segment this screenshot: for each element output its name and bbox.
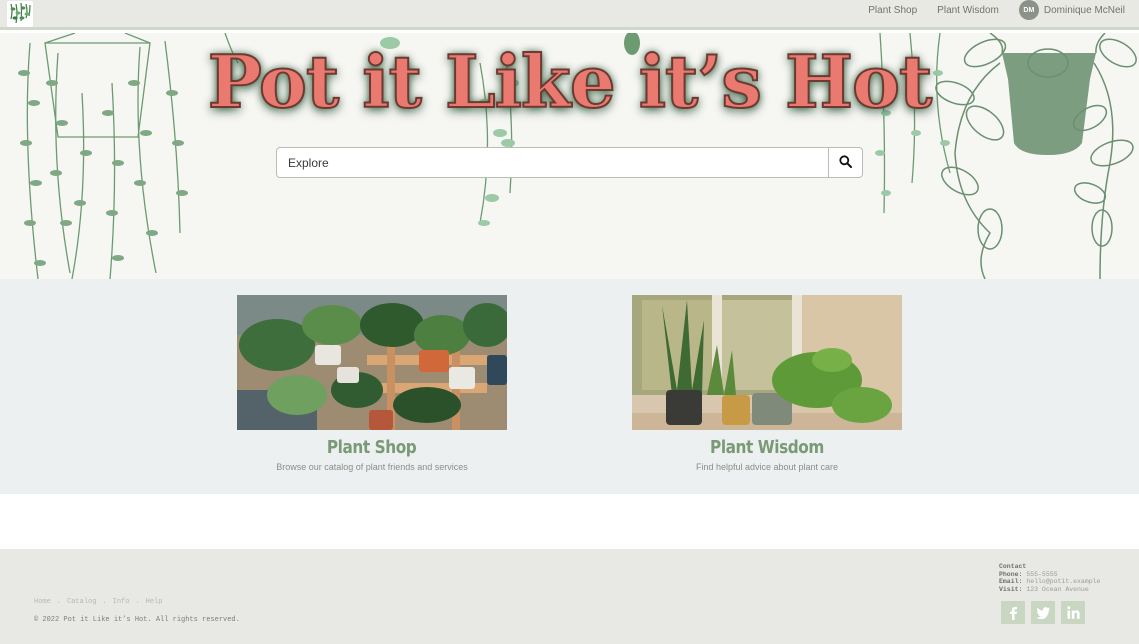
plant-wisdom-title[interactable]: Plant Wisdom (710, 437, 824, 458)
footer: Home . Catalog . Info . Help © 2022 Pot … (0, 549, 1139, 644)
page-title: Pot it Like it’s Hot (207, 38, 934, 125)
footer-link-info[interactable]: Info (113, 598, 130, 606)
visit-label: Visit: (999, 585, 1023, 593)
plant-wisdom-description: Find helpful advice about plant care (695, 462, 839, 472)
linkedin-icon[interactable] (1061, 601, 1085, 624)
window-plants-photo[interactable] (632, 295, 902, 430)
avatar: DM (1018, 0, 1039, 20)
search-bar (276, 147, 863, 178)
plant-shop-card[interactable]: Plant Shop Browse our catalog of plant f… (237, 295, 507, 472)
email-value[interactable]: hello@potit.example (1026, 578, 1100, 585)
footer-separator: . (102, 598, 107, 606)
plant-logo-icon[interactable] (7, 1, 33, 27)
plant-shop-description: Browse our catalog of plant friends and … (276, 462, 468, 472)
footer-link-catalog[interactable]: Catalog (67, 598, 96, 606)
search-input[interactable] (277, 148, 828, 177)
email-label: Email: (999, 578, 1023, 585)
copyright: © 2022 Pot it Like it’s Hot. All rights … (34, 616, 240, 624)
user-name: Dominique McNeil (1043, 4, 1125, 16)
footer-link-home[interactable]: Home (34, 598, 51, 606)
potted-plants-photo[interactable] (237, 295, 507, 430)
social-links (1001, 601, 1091, 624)
nav-link-plant-shop[interactable]: Plant Shop (868, 5, 917, 16)
footer-separator: . (56, 598, 62, 606)
plant-wisdom-card[interactable]: Plant Wisdom Find helpful advice about p… (632, 295, 902, 472)
user-menu[interactable]: DM Dominique McNeil (1018, 0, 1125, 20)
top-nav: Plant Shop Plant Wisdom DM Dominique McN… (0, 0, 1139, 30)
search-button[interactable] (828, 148, 862, 177)
plant-shop-title[interactable]: Plant Shop (327, 437, 417, 458)
footer-links: Home . Catalog . Info . Help (34, 598, 162, 606)
visit-value: 123 Ocean Avenue (1026, 585, 1089, 593)
nav-link-plant-wisdom[interactable]: Plant Wisdom (937, 5, 999, 16)
twitter-icon[interactable] (1031, 601, 1055, 624)
footer-separator: . (135, 598, 140, 606)
phone-label: Phone: (999, 570, 1023, 578)
feature-cards: Plant Shop Browse our catalog of plant f… (0, 279, 1139, 494)
hero-banner: Pot it Like it’s Hot (0, 33, 1139, 279)
facebook-icon[interactable] (1001, 601, 1025, 624)
contact-heading: Contact (999, 563, 1027, 570)
nav-links: Plant Shop Plant Wisdom DM Dominique McN… (848, 0, 1125, 20)
footer-link-help[interactable]: Help (146, 598, 163, 606)
contact-info: Contact Phone: 555-5555 Email: hello@pot… (999, 563, 1100, 593)
search-icon (839, 154, 852, 171)
phone-value: 555-5555 (1026, 570, 1058, 578)
